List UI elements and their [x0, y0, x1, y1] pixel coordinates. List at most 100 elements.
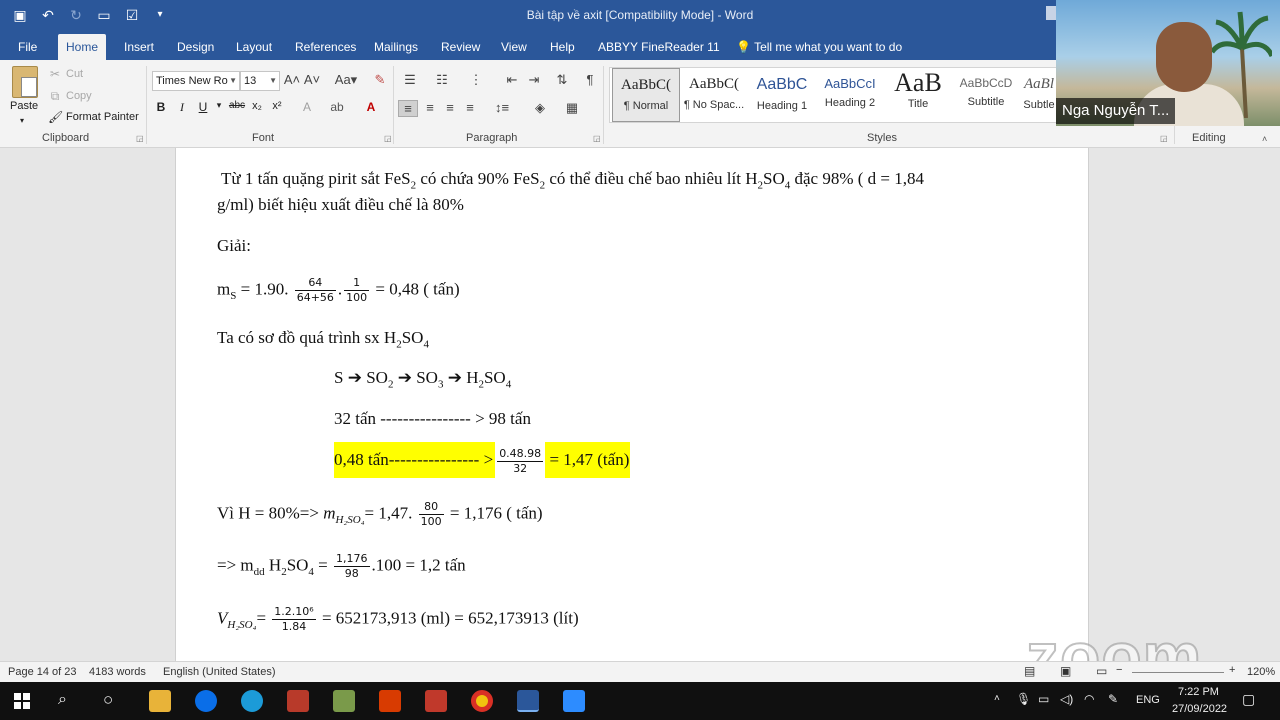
- decrease-indent-icon[interactable]: ⇤: [502, 72, 522, 88]
- unikey-icon[interactable]: [425, 690, 447, 712]
- zalo-icon[interactable]: [195, 690, 217, 712]
- notifications-icon[interactable]: ▢: [1242, 691, 1255, 708]
- tab-abbyy[interactable]: ABBYY FineReader 11: [590, 34, 728, 60]
- change-case-icon[interactable]: Aa▾: [332, 72, 360, 88]
- tab-mailings[interactable]: Mailings: [366, 34, 426, 60]
- copy-button[interactable]: ⧉ Copy: [48, 89, 92, 103]
- italic-button[interactable]: I: [173, 100, 191, 115]
- text-effects-icon[interactable]: A: [298, 100, 316, 114]
- grow-font-icon[interactable]: A˄: [282, 72, 302, 87]
- zoom-level[interactable]: 120%: [1247, 666, 1275, 678]
- office-icon[interactable]: [379, 690, 401, 712]
- input-language[interactable]: ENG: [1136, 694, 1160, 706]
- app-icon[interactable]: [333, 690, 355, 712]
- bullets-icon[interactable]: ☰: [400, 72, 420, 88]
- align-left-icon[interactable]: ≡: [398, 100, 418, 117]
- tab-insert[interactable]: Insert: [116, 34, 162, 60]
- language-indicator[interactable]: English (United States): [163, 666, 276, 678]
- zoom-out-icon[interactable]: −: [1116, 664, 1122, 676]
- style-heading-1[interactable]: AaBbC Heading 1: [748, 68, 816, 122]
- style-sample: AaBl: [1024, 76, 1054, 92]
- highlight-color-icon[interactable]: ab: [328, 100, 346, 114]
- strikethrough-button[interactable]: abc: [226, 100, 248, 111]
- separator: [603, 66, 604, 144]
- paragraph-launcher-icon[interactable]: ◲: [593, 134, 601, 143]
- tab-references[interactable]: References: [287, 34, 364, 60]
- task-view-icon[interactable]: ○: [103, 690, 113, 710]
- sort-icon[interactable]: ⇅: [552, 72, 572, 88]
- windows-start-icon[interactable]: [14, 693, 30, 709]
- align-center-icon[interactable]: ≡: [420, 100, 440, 115]
- font-launcher-icon[interactable]: ◲: [384, 134, 392, 143]
- shrink-font-icon[interactable]: A˅: [302, 72, 322, 87]
- increase-indent-icon[interactable]: ⇥: [524, 72, 544, 88]
- word-count[interactable]: 4183 words: [89, 666, 146, 678]
- tab-design[interactable]: Design: [169, 34, 222, 60]
- style-name: Heading 1: [756, 100, 808, 112]
- tray-overflow-icon[interactable]: ˄: [994, 693, 1000, 704]
- style-subtle[interactable]: AaBl Subtle: [1020, 68, 1058, 122]
- multilevel-list-icon[interactable]: ⋮: [466, 72, 486, 88]
- search-icon[interactable]: ⌕: [58, 691, 67, 709]
- align-right-icon[interactable]: ≡: [440, 100, 460, 115]
- denominator: 100: [346, 291, 368, 304]
- chrome-icon[interactable]: [471, 690, 493, 712]
- edge-icon[interactable]: [241, 690, 263, 712]
- style-heading-2[interactable]: AaBbCcI Heading 2: [816, 68, 884, 122]
- numbering-icon[interactable]: ☷: [432, 72, 452, 88]
- style-title[interactable]: AaB Title: [884, 68, 952, 122]
- winrar-icon[interactable]: [287, 690, 309, 712]
- show-formatting-icon[interactable]: ¶: [580, 72, 600, 87]
- tell-me-text: Tell me what you want to do: [754, 40, 903, 54]
- microphone-icon[interactable]: 🎙: [1016, 692, 1031, 706]
- paste-icon[interactable]: [12, 66, 38, 98]
- paste-button[interactable]: Paste: [10, 100, 38, 112]
- document-area[interactable]: Từ 1 tấn quặng pirit sắt FeS 2 có chứa 90…: [0, 148, 1280, 661]
- cut-label: Cut: [66, 68, 84, 80]
- line-spacing-icon[interactable]: ↕≡: [492, 100, 512, 115]
- tab-home[interactable]: Home: [58, 34, 107, 60]
- clock-date[interactable]: 27/09/2022: [1172, 703, 1227, 715]
- tab-view[interactable]: View: [493, 34, 535, 60]
- superscript-button[interactable]: x²: [268, 100, 286, 112]
- font-family-dropdown[interactable]: Times New Ro ▼: [152, 71, 240, 91]
- format-painter-button[interactable]: 🖌 Format Painter: [48, 110, 139, 124]
- zoom-app-icon[interactable]: [563, 690, 585, 712]
- style-subtitle[interactable]: AaBbCcD Subtitle: [952, 68, 1020, 122]
- clear-formatting-icon[interactable]: ✎: [370, 72, 390, 88]
- read-mode-icon[interactable]: ▤: [1024, 664, 1035, 678]
- pen-icon[interactable]: ✎: [1108, 692, 1118, 706]
- print-layout-icon[interactable]: ▣: [1060, 664, 1071, 678]
- subscript-button[interactable]: x₂: [248, 100, 266, 112]
- battery-icon[interactable]: ▭: [1038, 692, 1049, 706]
- wifi-icon[interactable]: ◠: [1084, 692, 1094, 706]
- zoom-in-icon[interactable]: +: [1229, 664, 1235, 676]
- borders-icon[interactable]: ▦: [562, 100, 582, 116]
- font-color-icon[interactable]: A: [362, 100, 380, 114]
- clock-time[interactable]: 7:22 PM: [1178, 686, 1219, 698]
- styles-launcher-icon[interactable]: ◲: [1160, 134, 1168, 143]
- word-icon[interactable]: [517, 690, 539, 712]
- page-count[interactable]: Page 14 of 23: [8, 666, 77, 678]
- tab-layout[interactable]: Layout: [228, 34, 280, 60]
- font-size-dropdown[interactable]: 13 ▼: [240, 71, 280, 91]
- file-explorer-icon[interactable]: [149, 690, 171, 712]
- style-normal[interactable]: AaBbC(¶ Normal: [612, 68, 680, 122]
- tab-review[interactable]: Review: [433, 34, 488, 60]
- tab-file[interactable]: File: [10, 34, 45, 60]
- volume-icon[interactable]: ◁): [1060, 692, 1073, 706]
- shading-icon[interactable]: ◈: [530, 100, 550, 116]
- zoom-slider[interactable]: [1132, 672, 1224, 673]
- document-page[interactable]: Từ 1 tấn quặng pirit sắt FeS 2 có chứa 90…: [175, 148, 1089, 661]
- paste-dropdown-icon[interactable]: ▾: [20, 116, 24, 125]
- web-layout-icon[interactable]: ▭: [1096, 664, 1107, 678]
- clipboard-launcher-icon[interactable]: ◲: [136, 134, 144, 143]
- text: có thể điều chế bao nhiêu lít H: [545, 169, 758, 188]
- style-no-spacing[interactable]: AaBbC(¶ No Spac...: [680, 68, 748, 122]
- justify-icon[interactable]: ≡: [460, 100, 480, 115]
- tell-me-box[interactable]: 💡 Tell me what you want to do: [728, 34, 910, 60]
- cut-button[interactable]: ✂ Cut: [48, 67, 83, 81]
- collapse-ribbon-icon[interactable]: ˄: [1262, 134, 1267, 144]
- bold-button[interactable]: B: [152, 100, 170, 114]
- tab-help[interactable]: Help: [542, 34, 583, 60]
